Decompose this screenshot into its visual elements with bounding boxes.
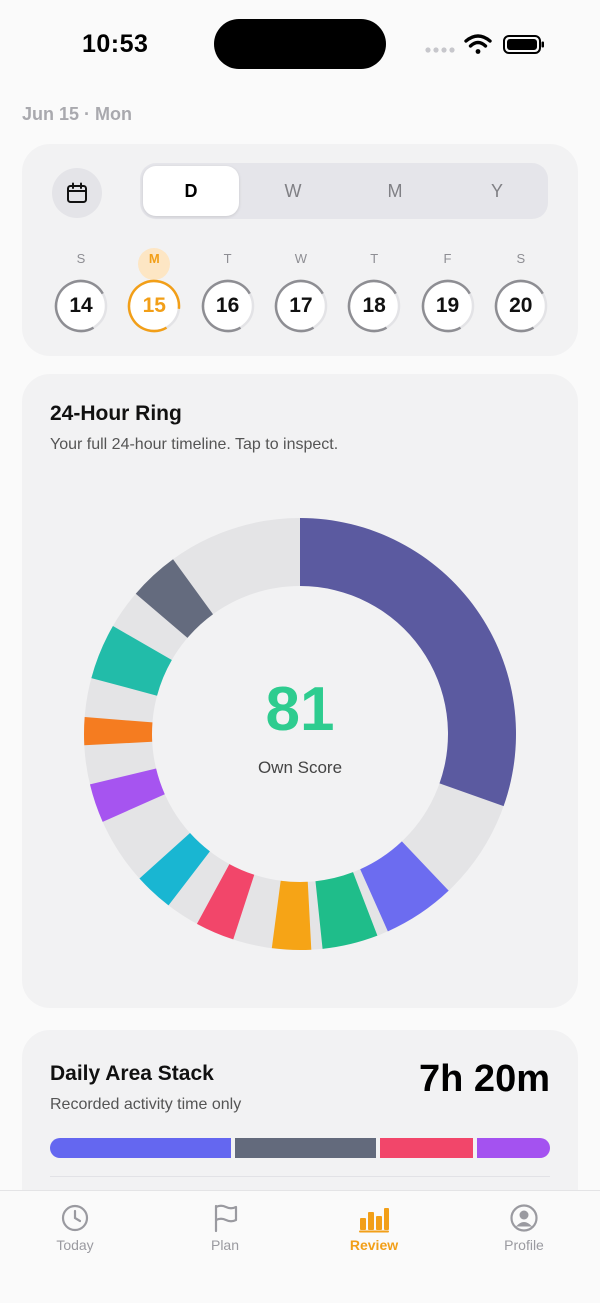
stack-segment[interactable] (234, 1138, 377, 1158)
tab-bar: Today Plan Review Profile (0, 1190, 600, 1303)
own-score-label: Own Score (257, 758, 343, 777)
divider (50, 1176, 550, 1177)
day-number: 20 (509, 294, 533, 317)
period-segmented-control: D W M Y (140, 163, 548, 219)
chart-icon (359, 1208, 389, 1233)
day-letter: T (223, 251, 232, 266)
week-selector-card: D W M Y S 14 M 15 T 16 W 17 T 18 F 19 S 20 (22, 144, 578, 356)
tab-review[interactable]: Review (324, 1203, 424, 1263)
person-icon (510, 1204, 538, 1232)
status-time: 10:53 (82, 30, 149, 58)
day-item[interactable]: S 14 (52, 248, 110, 338)
status-bar: 10:53 (0, 0, 600, 90)
day-letter: F (443, 251, 452, 266)
dynamic-island (214, 19, 386, 69)
tab-label: Plan (210, 1237, 240, 1253)
day-letter: S (76, 251, 86, 266)
tab-profile[interactable]: Profile (474, 1203, 574, 1263)
day-item[interactable]: W 17 (272, 248, 330, 338)
stack-segment[interactable] (380, 1138, 473, 1158)
stack-total-time: 7h 20m (419, 1058, 550, 1100)
cellular-signal-icon (425, 47, 455, 53)
tab-today[interactable]: Today (25, 1203, 125, 1263)
own-score-value: 81 (265, 675, 335, 744)
day-item[interactable]: M 15 (125, 248, 183, 338)
stack-segment[interactable] (476, 1138, 550, 1158)
day-number: 18 (362, 294, 386, 317)
current-date: Jun 15 · Mon (22, 104, 133, 124)
day-item[interactable]: S 20 (492, 248, 550, 338)
day-number: 14 (69, 294, 93, 317)
tab-label: Today (56, 1237, 94, 1253)
tab-label: Profile (504, 1237, 544, 1253)
day-letter: M (138, 248, 171, 280)
period-option-week[interactable]: W (245, 166, 341, 216)
day-letter: S (516, 251, 526, 266)
day-item[interactable]: T 16 (199, 248, 257, 338)
day-number: 19 (435, 294, 460, 317)
ring-card: 24-Hour Ring Your full 24-hour timeline.… (22, 374, 578, 1008)
day-number: 17 (289, 294, 313, 317)
tab-plan[interactable]: Plan (175, 1203, 275, 1263)
week-day-strip: S 14 M 15 T 16 W 17 T 18 F 19 S 20 (52, 248, 550, 338)
status-icons (425, 34, 544, 54)
calendar-button[interactable] (52, 168, 102, 218)
day-number: 16 (215, 294, 240, 317)
wifi-icon (464, 34, 492, 54)
period-option-month[interactable]: M (347, 166, 443, 216)
day-item[interactable]: F 19 (419, 248, 477, 338)
calendar-icon (67, 182, 87, 203)
stack-subtitle: Recorded activity time only (50, 1096, 242, 1113)
stack-title: Daily Area Stack (50, 1062, 214, 1085)
period-option-year[interactable]: Y (449, 166, 545, 216)
tab-label: Review (349, 1237, 399, 1253)
day-letter: T (370, 251, 379, 266)
day-number: 15 (142, 294, 166, 317)
stack-segment[interactable] (50, 1138, 231, 1158)
clock-icon (61, 1204, 89, 1232)
flag-icon (214, 1204, 238, 1233)
day-letter: W (294, 251, 308, 266)
battery-icon (503, 35, 544, 54)
area-stack-bar[interactable] (50, 1138, 550, 1158)
period-option-day[interactable]: D (143, 166, 239, 216)
day-item[interactable]: T 18 (345, 248, 403, 338)
